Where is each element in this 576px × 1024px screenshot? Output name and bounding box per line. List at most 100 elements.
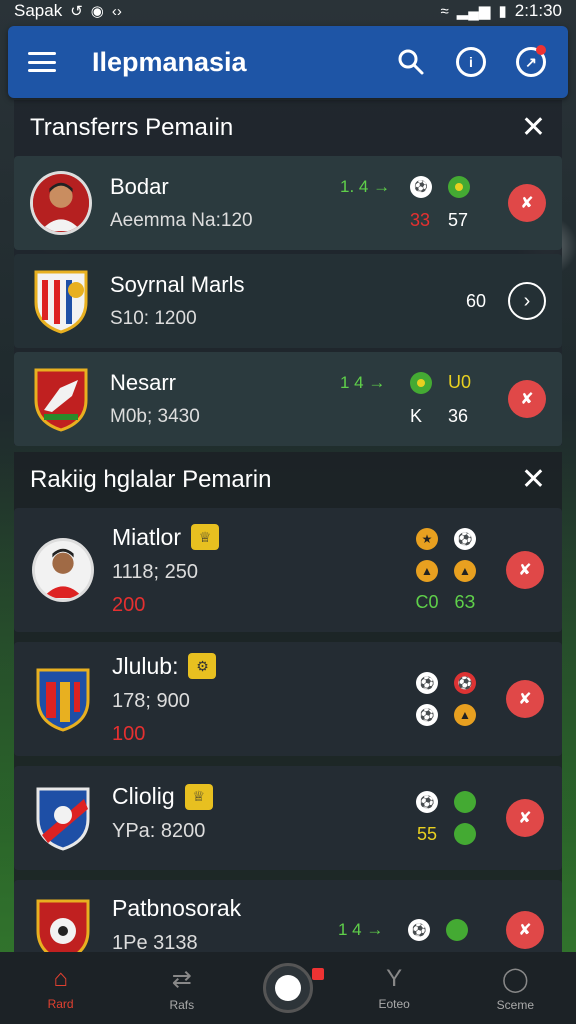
app-title: Ilepmanasia [92,46,247,77]
trend-value: 1. 4 [340,176,369,196]
player-detail: M0b; 3430 [110,406,200,427]
notification-badge [311,968,324,980]
trophy-icon: Y [386,965,403,992]
remove-button[interactable]: ✘ [506,799,544,837]
profile-icon: ◯ [501,965,529,993]
player-detail: YPa: 8200 [112,820,206,842]
player-detail: Aeemma Na:120 [110,210,253,231]
player-name: Jlulub: [112,652,179,679]
nav-label: Rafs [169,997,195,1012]
stat-value: 57 [448,209,469,230]
ball-icon: ⚽ [410,175,432,198]
code-icon: ‹› [111,2,122,20]
ranking-row[interactable]: Cliolig ♕ YPa: 8200 ⚽ 55 ✘ [14,766,562,870]
nav-item-profile[interactable]: ◯ Sceme [475,965,555,1012]
status-dot-icon [410,371,432,394]
player-name: Bodar [110,174,169,199]
wifi-icon: ≈ [440,2,449,20]
ranking-title: Rakiig hglalar Pemarin [30,466,272,493]
transfers-icon: ⇄ [171,965,192,993]
close-icon[interactable]: ✕ [521,465,546,495]
player-detail: 1118; 250 [112,560,199,583]
remove-button[interactable]: ✘ [508,184,546,222]
crown-icon: ♕ [184,783,213,810]
stat-value: K [410,405,423,426]
nav-item-trophy[interactable]: Y Eoteo [354,965,434,1011]
fire-icon: ▲ [454,559,476,582]
remove-button[interactable]: ✘ [506,911,544,949]
status-dot-icon [448,175,470,198]
player-detail: S10: 1200 [110,308,197,329]
bottom-nav: ⌂ Rard ⇄ Rafs Y Eoteo ◯ Sceme [0,952,576,1024]
player-stats: 1. 4 → ⚽ 33 57 [340,175,486,231]
club-crest [32,897,94,952]
stat-value: 33 [410,209,431,230]
transfer-row[interactable]: Nesarr M0b; 3430 1 4 → U0 K 36 ✘ [14,352,562,446]
sync-icon: ↺ [70,3,83,20]
info-icon[interactable]: i [454,45,488,79]
status-dot-icon [446,919,468,941]
player-score: 100 [112,722,146,745]
player-avatar [32,537,94,603]
nav-label: Eoteo [378,997,410,1011]
player-name: Soyrnal Marls [110,272,245,297]
target-icon: ◉ [90,3,104,20]
stat-value: 6З [454,591,476,612]
compass-icon[interactable]: ↗ [514,45,548,79]
home-icon: ⌂ [53,965,68,992]
app-bar: Ilepmanasia i ↗ [8,26,568,98]
menu-icon[interactable] [28,52,56,72]
arrow-right-icon: → [366,920,384,939]
player-avatar [30,170,92,236]
nav-label: Rard [47,997,74,1011]
arrow-right-icon: → [368,372,386,392]
nav-item-transfers[interactable]: ⇄ Rafs [142,965,222,1012]
fire-icon: ▲ [416,559,438,582]
player-name: Cliolig [112,783,175,809]
stat-value: U0 [448,372,472,392]
player-stats: ⚽ 55 [408,791,484,845]
stat-value: 55 [416,823,438,844]
ball-icon: ⚽ [416,672,438,694]
remove-button[interactable]: ✘ [506,551,544,589]
status-dot-icon [454,791,476,813]
ball-icon: ⚽ [416,791,438,813]
nav-item-home[interactable]: ⌂ Rard [21,965,101,1011]
club-crest [32,666,94,732]
player-name: Miatlor [112,523,182,550]
player-stats: ★ ⚽ ▲ ▲ C0 6З [408,527,484,613]
ranking-row[interactable]: Patbnosorak 1Pe 3138 1 4 → ⚽ ✘ [14,880,562,952]
player-score: 200 [112,593,146,616]
ball-icon: ⚽ [454,527,476,550]
ball-icon: ⚽ [454,672,476,694]
search-icon[interactable] [394,45,428,79]
trend-value: 1 4 [340,372,364,392]
transfer-row[interactable]: Soyrnal Marls S10: 1200 60 › [14,254,562,348]
status-bar: Sapak ↺ ◉ ‹› ≈ ▂▄▆ ▮ 2:1:30 [0,0,576,22]
transfer-row[interactable]: Bodar Aeemma Na:120 1. 4 → ⚽ 33 57 ✘ [14,156,562,250]
chevron-right-icon[interactable]: › [508,282,546,320]
ranking-row[interactable]: Jlulub: ⚙ 178; 900 100 ⚽ ⚽ ⚽ ▲ ✘ [14,642,562,756]
player-stats: 1 4 → U0 K 36 [340,371,486,427]
arrow-right-icon: → [373,176,391,196]
stat-value: C0 [415,591,439,612]
battery-icon: ▮ [498,3,507,20]
club-crest [32,785,94,851]
player-detail: 1Pe 3138 [112,932,198,952]
player-stats: 1 4 → ⚽ [338,919,484,941]
close-icon[interactable]: ✕ [521,113,546,143]
transfers-panel: Transferrs Pemaıin ✕ Bodar Aeemma Na:120… [14,100,562,446]
notification-dot [536,45,546,55]
carrier-label: Sapak [14,1,63,20]
transfers-header: Transferrs Pemaıin ✕ [14,100,562,156]
remove-button[interactable]: ✘ [508,380,546,418]
play-button[interactable] [262,963,324,1013]
ball-icon: ⚽ [408,919,430,941]
player-stats: ⚽ ⚽ ⚽ ▲ [408,672,484,726]
remove-button[interactable]: ✘ [506,680,544,718]
nav-label: Sceme [496,997,535,1012]
trend-value: 1 4 [338,920,362,939]
ranking-row[interactable]: Miatlor ♕ 1118; 250 200 ★ ⚽ ▲ ▲ C0 6З ✘ [14,508,562,632]
ranking-header: Rakiig hglalar Pemarin ✕ [14,452,562,508]
club-crest [30,268,92,334]
